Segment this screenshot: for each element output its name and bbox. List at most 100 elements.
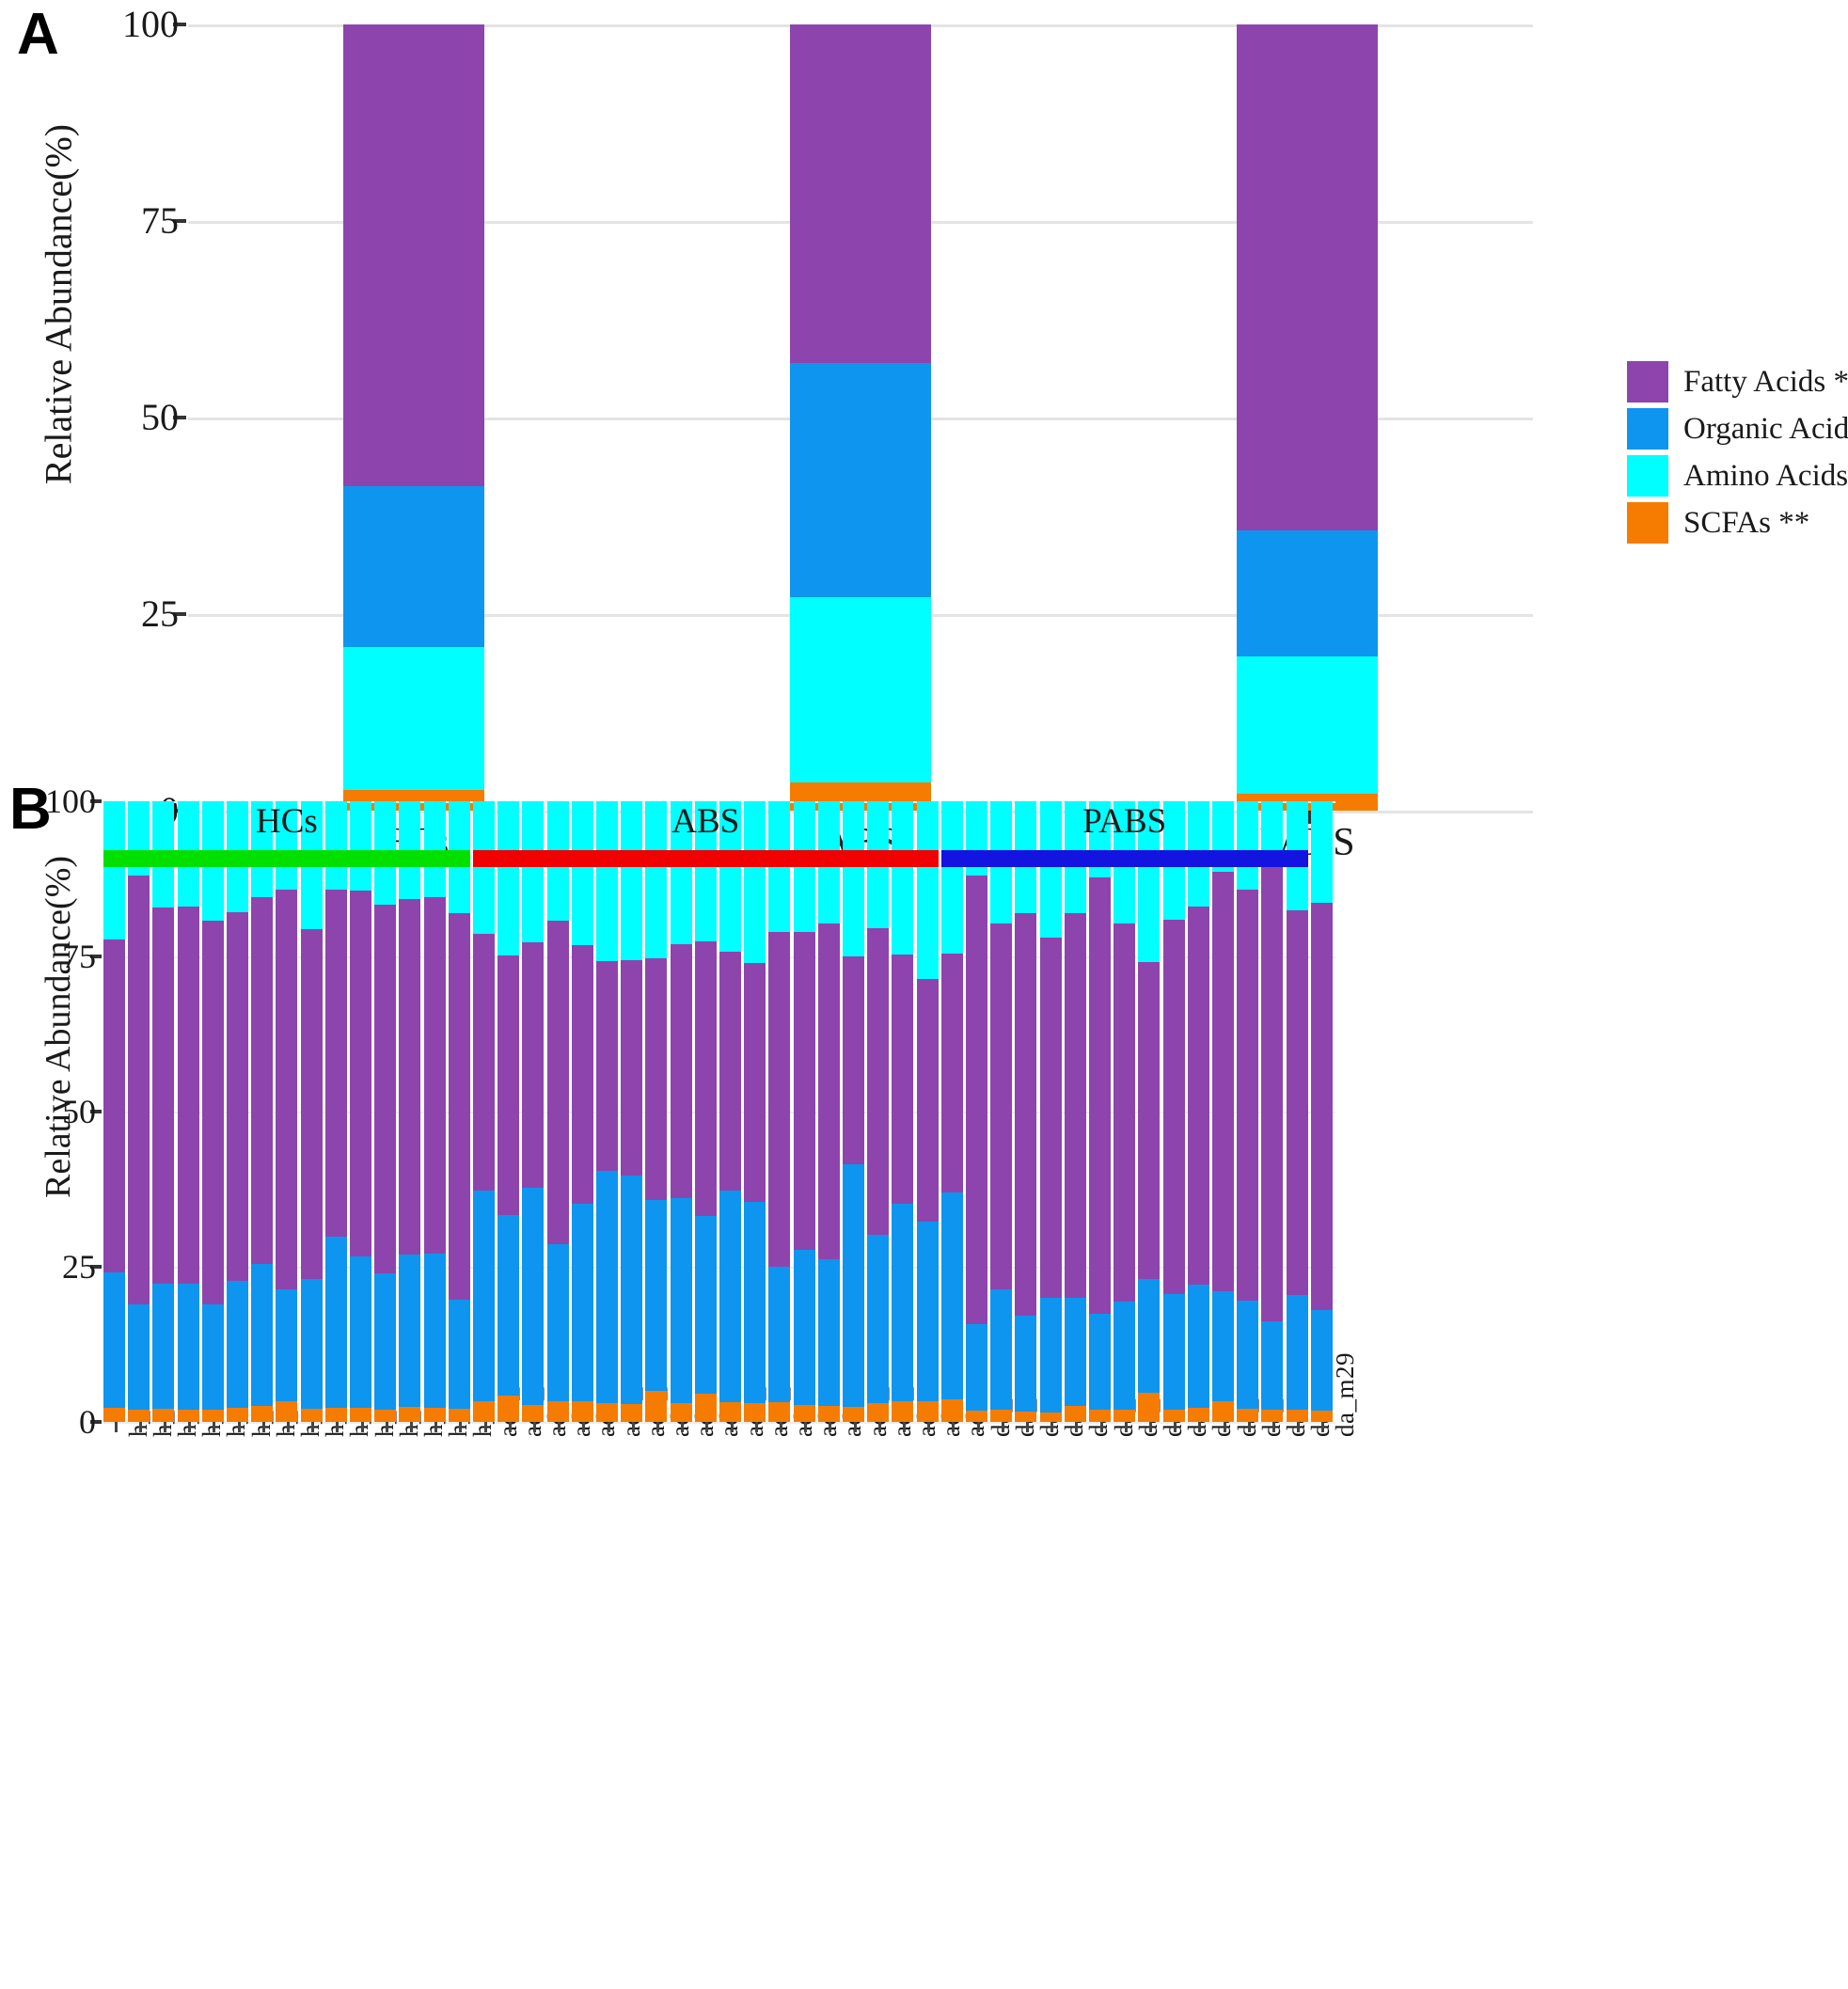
x-axis-tick-mark [163, 1422, 166, 1432]
group-label-abs: ABS [671, 802, 740, 841]
bar-segment [1212, 1401, 1234, 1422]
x-axis-tick-mark [138, 1422, 142, 1432]
stacked-bar [1138, 801, 1161, 1422]
bar-segment [1187, 1408, 1209, 1422]
bar-segment [719, 951, 741, 1191]
bar-segment [276, 890, 298, 1290]
x-axis-tick-mark [607, 1422, 610, 1432]
bar-segment [719, 1190, 741, 1402]
x-axis-tick-mark [705, 1422, 709, 1432]
legend-color-swatch [1627, 455, 1668, 497]
bar-segment [843, 801, 864, 957]
stacked-bar [103, 801, 125, 1422]
stacked-bar [793, 801, 815, 1422]
bar-segment [571, 945, 593, 1205]
bar-segment [990, 923, 1013, 1289]
y-axis-tick-label: 100 [122, 3, 179, 45]
bar-segment [374, 1272, 397, 1410]
bar-segment [867, 1234, 890, 1404]
bar-segment [670, 1402, 692, 1422]
legend-item: Organic Acids * [1627, 406, 1848, 451]
x-axis-tick-mark [804, 1422, 808, 1432]
bar-segment [103, 1271, 125, 1408]
bar-segment [817, 923, 840, 1260]
bar-segment [498, 1215, 520, 1397]
x-axis-tick-mark [1050, 1422, 1054, 1432]
legend-color-swatch [1627, 361, 1668, 403]
bar-segment [1286, 910, 1308, 1295]
x-axis-tick-mark [655, 1422, 659, 1432]
x-axis-tick-mark [483, 1422, 487, 1432]
bar-segment [1310, 903, 1333, 1310]
bar-segment [571, 1401, 593, 1422]
bar-segment [177, 1409, 199, 1422]
bar-segment [522, 941, 545, 1188]
stacked-bar [324, 801, 347, 1422]
bar-segment [1039, 1298, 1062, 1413]
bar-segment [867, 1403, 890, 1422]
x-axis-tick-mark [779, 1422, 782, 1432]
x-axis-tick-mark [976, 1422, 980, 1432]
bar-segment [793, 932, 815, 1250]
bar-segment [621, 1403, 643, 1422]
bar-segment [473, 1190, 495, 1402]
bar-segment [843, 1407, 864, 1422]
stacked-bar [498, 801, 520, 1422]
bar-segment [1261, 1321, 1284, 1410]
legend-color-swatch [1627, 502, 1668, 544]
y-axis-tick-label: 50 [62, 1093, 96, 1130]
x-axis-tick-mark [1025, 1422, 1029, 1432]
bar-segment [1039, 937, 1062, 1299]
bar-segment [892, 955, 914, 1205]
stacked-bar [177, 801, 199, 1422]
stacked-bar [916, 801, 939, 1422]
stacked-bar [300, 801, 323, 1422]
bar-segment [177, 906, 199, 1284]
bar-segment [374, 904, 397, 1273]
x-axis-tick-mark [877, 1422, 881, 1432]
bar-segment [1039, 1413, 1062, 1422]
bar-segment [324, 1236, 347, 1409]
bar-segment [546, 1401, 569, 1422]
bar-segment [448, 912, 470, 1300]
x-axis-tick-mark [1075, 1422, 1079, 1432]
stacked-bar [843, 801, 864, 1422]
bar-segment [350, 801, 371, 892]
bar-segment [790, 24, 931, 364]
bar-segment [251, 1263, 274, 1406]
stacked-bar [744, 801, 766, 1422]
stacked-bar [1237, 24, 1378, 811]
x-axis-tick-label: da_m29 [1331, 1352, 1360, 1437]
bar-segment [324, 801, 347, 891]
bar-segment [621, 1176, 643, 1404]
bar-segment [1114, 1410, 1136, 1422]
bar-segment [152, 1284, 175, 1410]
bar-segment [546, 1243, 569, 1402]
x-axis-tick-mark [1297, 1422, 1301, 1432]
bar-segment [694, 940, 717, 1216]
stacked-bar [694, 801, 717, 1422]
bar-segment [1138, 961, 1161, 1280]
stacked-bar [867, 801, 890, 1422]
bar-segment [843, 1164, 864, 1408]
legend-label: SCFAs ** [1683, 505, 1810, 540]
x-axis-tick-mark [385, 1422, 388, 1432]
bar-segment [546, 920, 569, 1244]
bar-segment [201, 1303, 224, 1411]
bar-segment [300, 1279, 323, 1410]
stacked-bar [374, 801, 397, 1422]
bar-segment [892, 1400, 914, 1422]
bar-segment [324, 890, 347, 1237]
stacked-bar [1286, 801, 1308, 1422]
x-axis-tick-mark [853, 1422, 857, 1432]
y-axis-tick-label: 25 [141, 592, 179, 635]
bar-segment [645, 1200, 668, 1391]
bar-segment [596, 1171, 618, 1404]
stacked-bar [1212, 801, 1234, 1422]
bar-segment [343, 485, 484, 648]
bar-segment [571, 1204, 593, 1402]
bar-segment [103, 939, 125, 1272]
x-axis-tick-mark [730, 1422, 734, 1432]
bar-segment [300, 1409, 323, 1422]
bar-segment [152, 1409, 175, 1422]
